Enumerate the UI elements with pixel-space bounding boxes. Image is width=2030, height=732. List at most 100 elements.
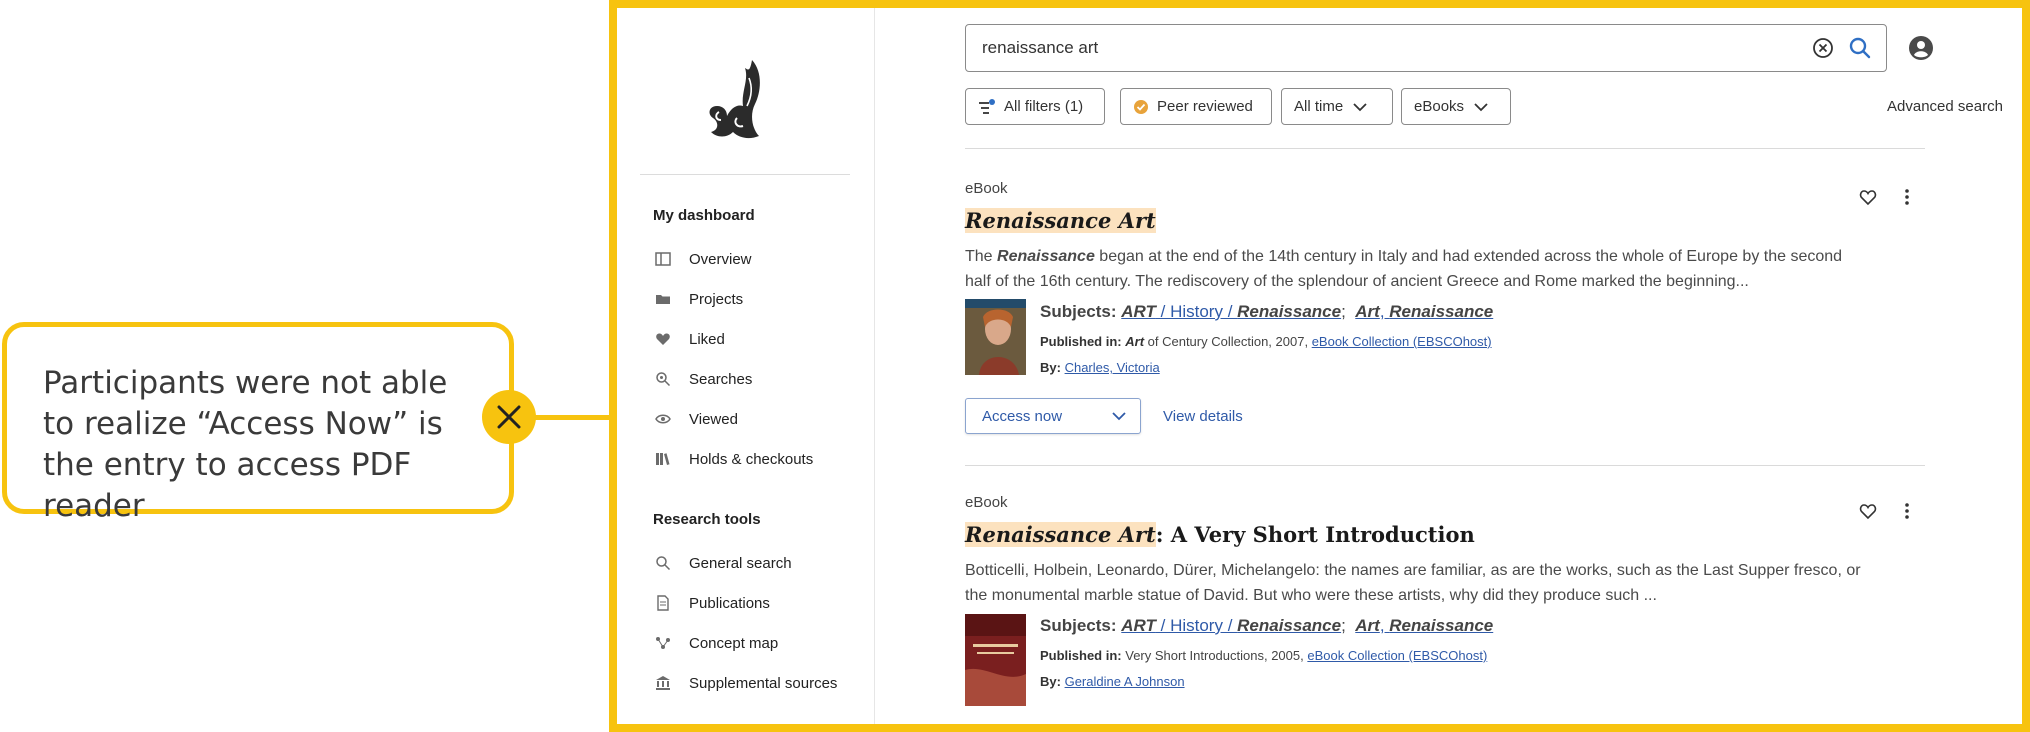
source-type-label: eBooks: [1414, 98, 1465, 115]
sidebar-item-label: Overview: [689, 250, 752, 268]
subject-link[interactable]: Art, Renaissance: [1355, 616, 1493, 635]
by-label: By:: [1040, 360, 1061, 375]
author-link[interactable]: Geraldine A Johnson: [1065, 674, 1185, 689]
book-cover-image[interactable]: [965, 614, 1026, 706]
sidebar-item-label: Holds & checkouts: [689, 450, 814, 468]
sidebar-item-label: General search: [689, 554, 792, 572]
sidebar-item-label: Supplemental sources: [689, 674, 838, 692]
sidebar-item-label: Publications: [689, 594, 770, 612]
chevron-down-icon: [1474, 102, 1488, 111]
source-type-filter-select[interactable]: eBooks: [1401, 88, 1511, 125]
books-icon: [653, 449, 673, 469]
clear-search-icon[interactable]: [1812, 37, 1834, 59]
more-options-icon[interactable]: [1898, 188, 1916, 206]
chevron-down-icon: [1112, 412, 1126, 421]
sidebar-item-concept-map[interactable]: Concept map: [653, 631, 778, 655]
source-link[interactable]: eBook Collection (EBSCOhost): [1307, 648, 1487, 663]
sidebar: My dashboard Overview Projects Liked Sea…: [617, 8, 875, 724]
peer-reviewed-filter[interactable]: Peer reviewed: [1120, 88, 1272, 125]
all-filters-label: All filters (1): [1004, 98, 1084, 115]
desc-text: The: [965, 248, 998, 265]
search-query: renaissance art: [982, 38, 1099, 57]
concept-map-icon: [653, 633, 673, 653]
app-window: My dashboard Overview Projects Liked Sea…: [609, 0, 2030, 732]
sidebar-item-projects[interactable]: Projects: [653, 287, 743, 311]
result-author: By: Geraldine A Johnson: [1040, 674, 1185, 689]
result-published-in: Published in: Very Short Introductions, …: [1040, 648, 1487, 663]
sidebar-divider: [640, 174, 850, 175]
sidebar-item-label: Projects: [689, 290, 744, 308]
access-now-button[interactable]: Access now: [965, 398, 1141, 434]
filter-icon: [979, 98, 995, 114]
result-description: The Renaissance began at the end of the …: [965, 244, 1865, 294]
published-label: Published in:: [1040, 334, 1122, 349]
annotation-text: Participants were not able to realize “A…: [43, 365, 448, 524]
result-published-in: Published in: Art of Century Collection,…: [1040, 334, 1492, 349]
peer-reviewed-icon: [1134, 99, 1148, 114]
result-title-link[interactable]: Renaissance Art: [965, 208, 1156, 233]
sidebar-item-label: Liked: [689, 330, 725, 348]
sidebar-item-label: Viewed: [689, 410, 738, 428]
time-filter-select[interactable]: All time: [1281, 88, 1393, 125]
sidebar-item-liked[interactable]: Liked: [653, 327, 725, 351]
published-text: Very Short Introductions, 2005,: [1121, 648, 1308, 663]
sidebar-item-general-search[interactable]: General search: [653, 551, 792, 575]
subjects-label: Subjects:: [1040, 302, 1117, 321]
peer-reviewed-label: Peer reviewed: [1157, 98, 1253, 115]
search-icon: [653, 553, 673, 573]
access-now-label: Access now: [982, 407, 1063, 425]
sidebar-item-searches[interactable]: Searches: [653, 367, 752, 391]
result-title-rest: : A Very Short Introduction: [1155, 522, 1475, 547]
author-link[interactable]: Charles, Victoria: [1065, 360, 1160, 375]
result-subjects: Subjects: ART / History / Renaissance; A…: [1040, 302, 1494, 321]
sidebar-heading-tools: Research tools: [653, 511, 761, 528]
sidebar-item-label: Concept map: [689, 634, 779, 652]
subject-link[interactable]: Art, Renaissance: [1355, 302, 1493, 321]
app-logo: [697, 48, 777, 148]
result-title-highlight: Renaissance Art: [965, 522, 1156, 547]
heart-outline-icon[interactable]: [1859, 188, 1877, 206]
sidebar-item-publications[interactable]: Publications: [653, 591, 770, 615]
result-type: eBook: [965, 180, 1008, 197]
published-series: Art: [1125, 334, 1145, 349]
all-filters-button[interactable]: All filters (1): [965, 88, 1105, 125]
search-input[interactable]: renaissance art: [965, 24, 1887, 72]
sidebar-item-viewed[interactable]: Viewed: [653, 407, 738, 431]
book-cover-image[interactable]: [965, 299, 1026, 375]
result-subjects: Subjects: ART / History / Renaissance; A…: [1040, 616, 1494, 635]
sidebar-item-supplemental[interactable]: Supplemental sources: [653, 671, 837, 695]
divider: [965, 148, 1925, 149]
sidebar-item-overview[interactable]: Overview: [653, 247, 752, 271]
heart-outline-icon[interactable]: [1859, 502, 1877, 520]
view-details-link[interactable]: View details: [1163, 408, 1243, 425]
folder-icon: [653, 289, 673, 309]
institution-icon: [653, 673, 673, 693]
source-link[interactable]: eBook Collection (EBSCOhost): [1312, 334, 1492, 349]
search-icon[interactable]: [1848, 36, 1872, 60]
close-icon: [482, 390, 536, 444]
subject-link[interactable]: ART / History / Renaissance: [1121, 302, 1341, 321]
more-options-icon[interactable]: [1898, 502, 1916, 520]
search-history-icon: [653, 369, 673, 389]
result-title-link[interactable]: Renaissance Art: A Very Short Introducti…: [965, 522, 1475, 547]
annotation-callout: Participants were not able to realize “A…: [2, 322, 514, 524]
eye-icon: [653, 409, 673, 429]
desc-text: began at the end of the 14th century in …: [965, 248, 1843, 290]
subject-link[interactable]: ART / History / Renaissance: [1121, 616, 1341, 635]
overview-icon: [653, 249, 673, 269]
subjects-label: Subjects:: [1040, 616, 1117, 635]
chevron-down-icon: [1353, 102, 1367, 111]
advanced-search-link[interactable]: Advanced search: [1887, 98, 2003, 115]
published-label: Published in:: [1040, 648, 1122, 663]
result-title-highlight: Renaissance Art: [965, 208, 1156, 233]
time-filter-label: All time: [1294, 98, 1344, 115]
result-description: Botticelli, Holbein, Leonardo, Dürer, Mi…: [965, 562, 1861, 604]
result-author: By: Charles, Victoria: [1040, 360, 1160, 375]
published-text: of Century Collection, 2007,: [1144, 334, 1312, 349]
sidebar-item-holds[interactable]: Holds & checkouts: [653, 447, 813, 471]
result-type: eBook: [965, 494, 1008, 511]
account-avatar-icon[interactable]: [1908, 35, 1934, 61]
sidebar-item-label: Searches: [689, 370, 753, 388]
by-label: By:: [1040, 674, 1061, 689]
next-result-button-edge: [965, 724, 1141, 730]
